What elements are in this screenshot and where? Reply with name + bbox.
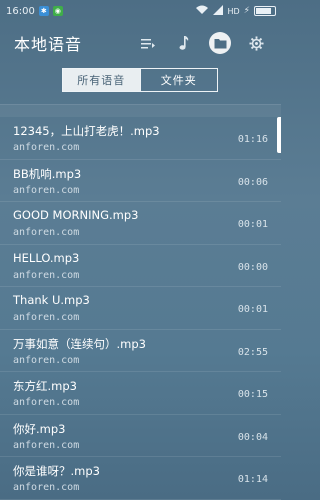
recording-source: anforen.com [13,482,80,493]
recording-title: HELLO.mp3 [13,250,80,265]
list-item[interactable]: GOOD MORNING.mp3 anforen.com 00:01 [0,202,281,245]
recording-title: GOOD MORNING.mp3 [13,208,139,222]
recording-source: anforen.com [13,227,80,238]
recording-source: anforen.com [13,142,80,153]
battery-icon [254,6,276,16]
playlist-button[interactable] [137,32,159,54]
list-item[interactable]: Thank U.mp3 anforen.com 00:01 [0,287,281,330]
list-item[interactable]: 12345，上山打老虎！.mp3 anforen.com 01:16 [0,117,281,160]
app-bar: 本地语音 [0,26,281,60]
recording-duration: 00:15 [237,389,268,400]
status-time: 16:00 [6,5,35,17]
recording-duration: 00:01 [237,219,268,230]
recording-source: anforen.com [13,439,80,451]
gear-icon [248,35,264,51]
recording-source: anforen.com [13,184,80,196]
view-tabs: 所有语音 文件夹 [62,68,218,92]
scrollbar-thumb[interactable] [277,117,281,153]
charging-icon: ⚡ [243,6,250,16]
folder-button[interactable] [209,32,231,54]
settings-button[interactable] [245,32,267,54]
status-bar: 16:00 ✱ ◉ HD ⚡ [0,0,281,22]
recording-title: BB机响.mp3 [13,166,82,181]
recording-title: 你是谁呀？.mp3 [13,464,100,478]
recording-duration: 01:16 [237,134,268,145]
list-item[interactable]: 东方红.mp3 anforen.com 00:15 [0,372,281,415]
recording-duration: 00:01 [237,304,268,315]
recording-title: Thank U.mp3 [13,293,90,307]
recording-duration: 00:04 [237,431,268,443]
recording-source: anforen.com [13,312,80,323]
music-button[interactable] [173,32,195,54]
recording-source: anforen.com [13,354,80,366]
recording-title: 东方红.mp3 [13,379,77,393]
list-item[interactable]: 万事如意（连续句）.mp3 anforen.com 02:55 [0,330,281,372]
wifi-icon [195,5,209,18]
recording-title: 你好.mp3 [13,421,66,436]
playlist-icon [141,39,155,49]
android-app-icon: ◉ [52,6,63,16]
tab-folders[interactable]: 文件夹 [139,69,218,91]
list-header-band [0,105,281,117]
music-note-icon [179,36,189,50]
recording-duration: 00:00 [237,261,268,273]
signal-icon [213,4,224,18]
recording-title: 万事如意（连续句）.mp3 [13,336,146,351]
recording-duration: 00:06 [237,176,268,188]
bluetooth-app-icon: ✱ [38,6,49,16]
recording-duration: 01:14 [237,474,268,485]
folder-icon [214,38,226,48]
tab-all-recordings[interactable]: 所有语音 [63,69,140,91]
recording-source: anforen.com [13,397,80,408]
list-item[interactable]: BB机响.mp3 anforen.com 00:06 [0,160,281,202]
recording-list: 12345，上山打老虎！.mp3 anforen.com 01:16 BB机响.… [0,117,281,500]
list-item[interactable]: 你好.mp3 anforen.com 00:04 [0,415,281,457]
list-item[interactable]: HELLO.mp3 anforen.com 00:00 [0,245,281,287]
recording-duration: 02:55 [237,346,268,358]
recording-title: 12345，上山打老虎！.mp3 [13,124,160,138]
page-title: 本地语音 [14,35,83,54]
list-item[interactable]: 你是谁呀？.mp3 anforen.com 01:14 [0,457,281,500]
network-type-label: HD [227,6,240,16]
recording-source: anforen.com [13,269,80,281]
